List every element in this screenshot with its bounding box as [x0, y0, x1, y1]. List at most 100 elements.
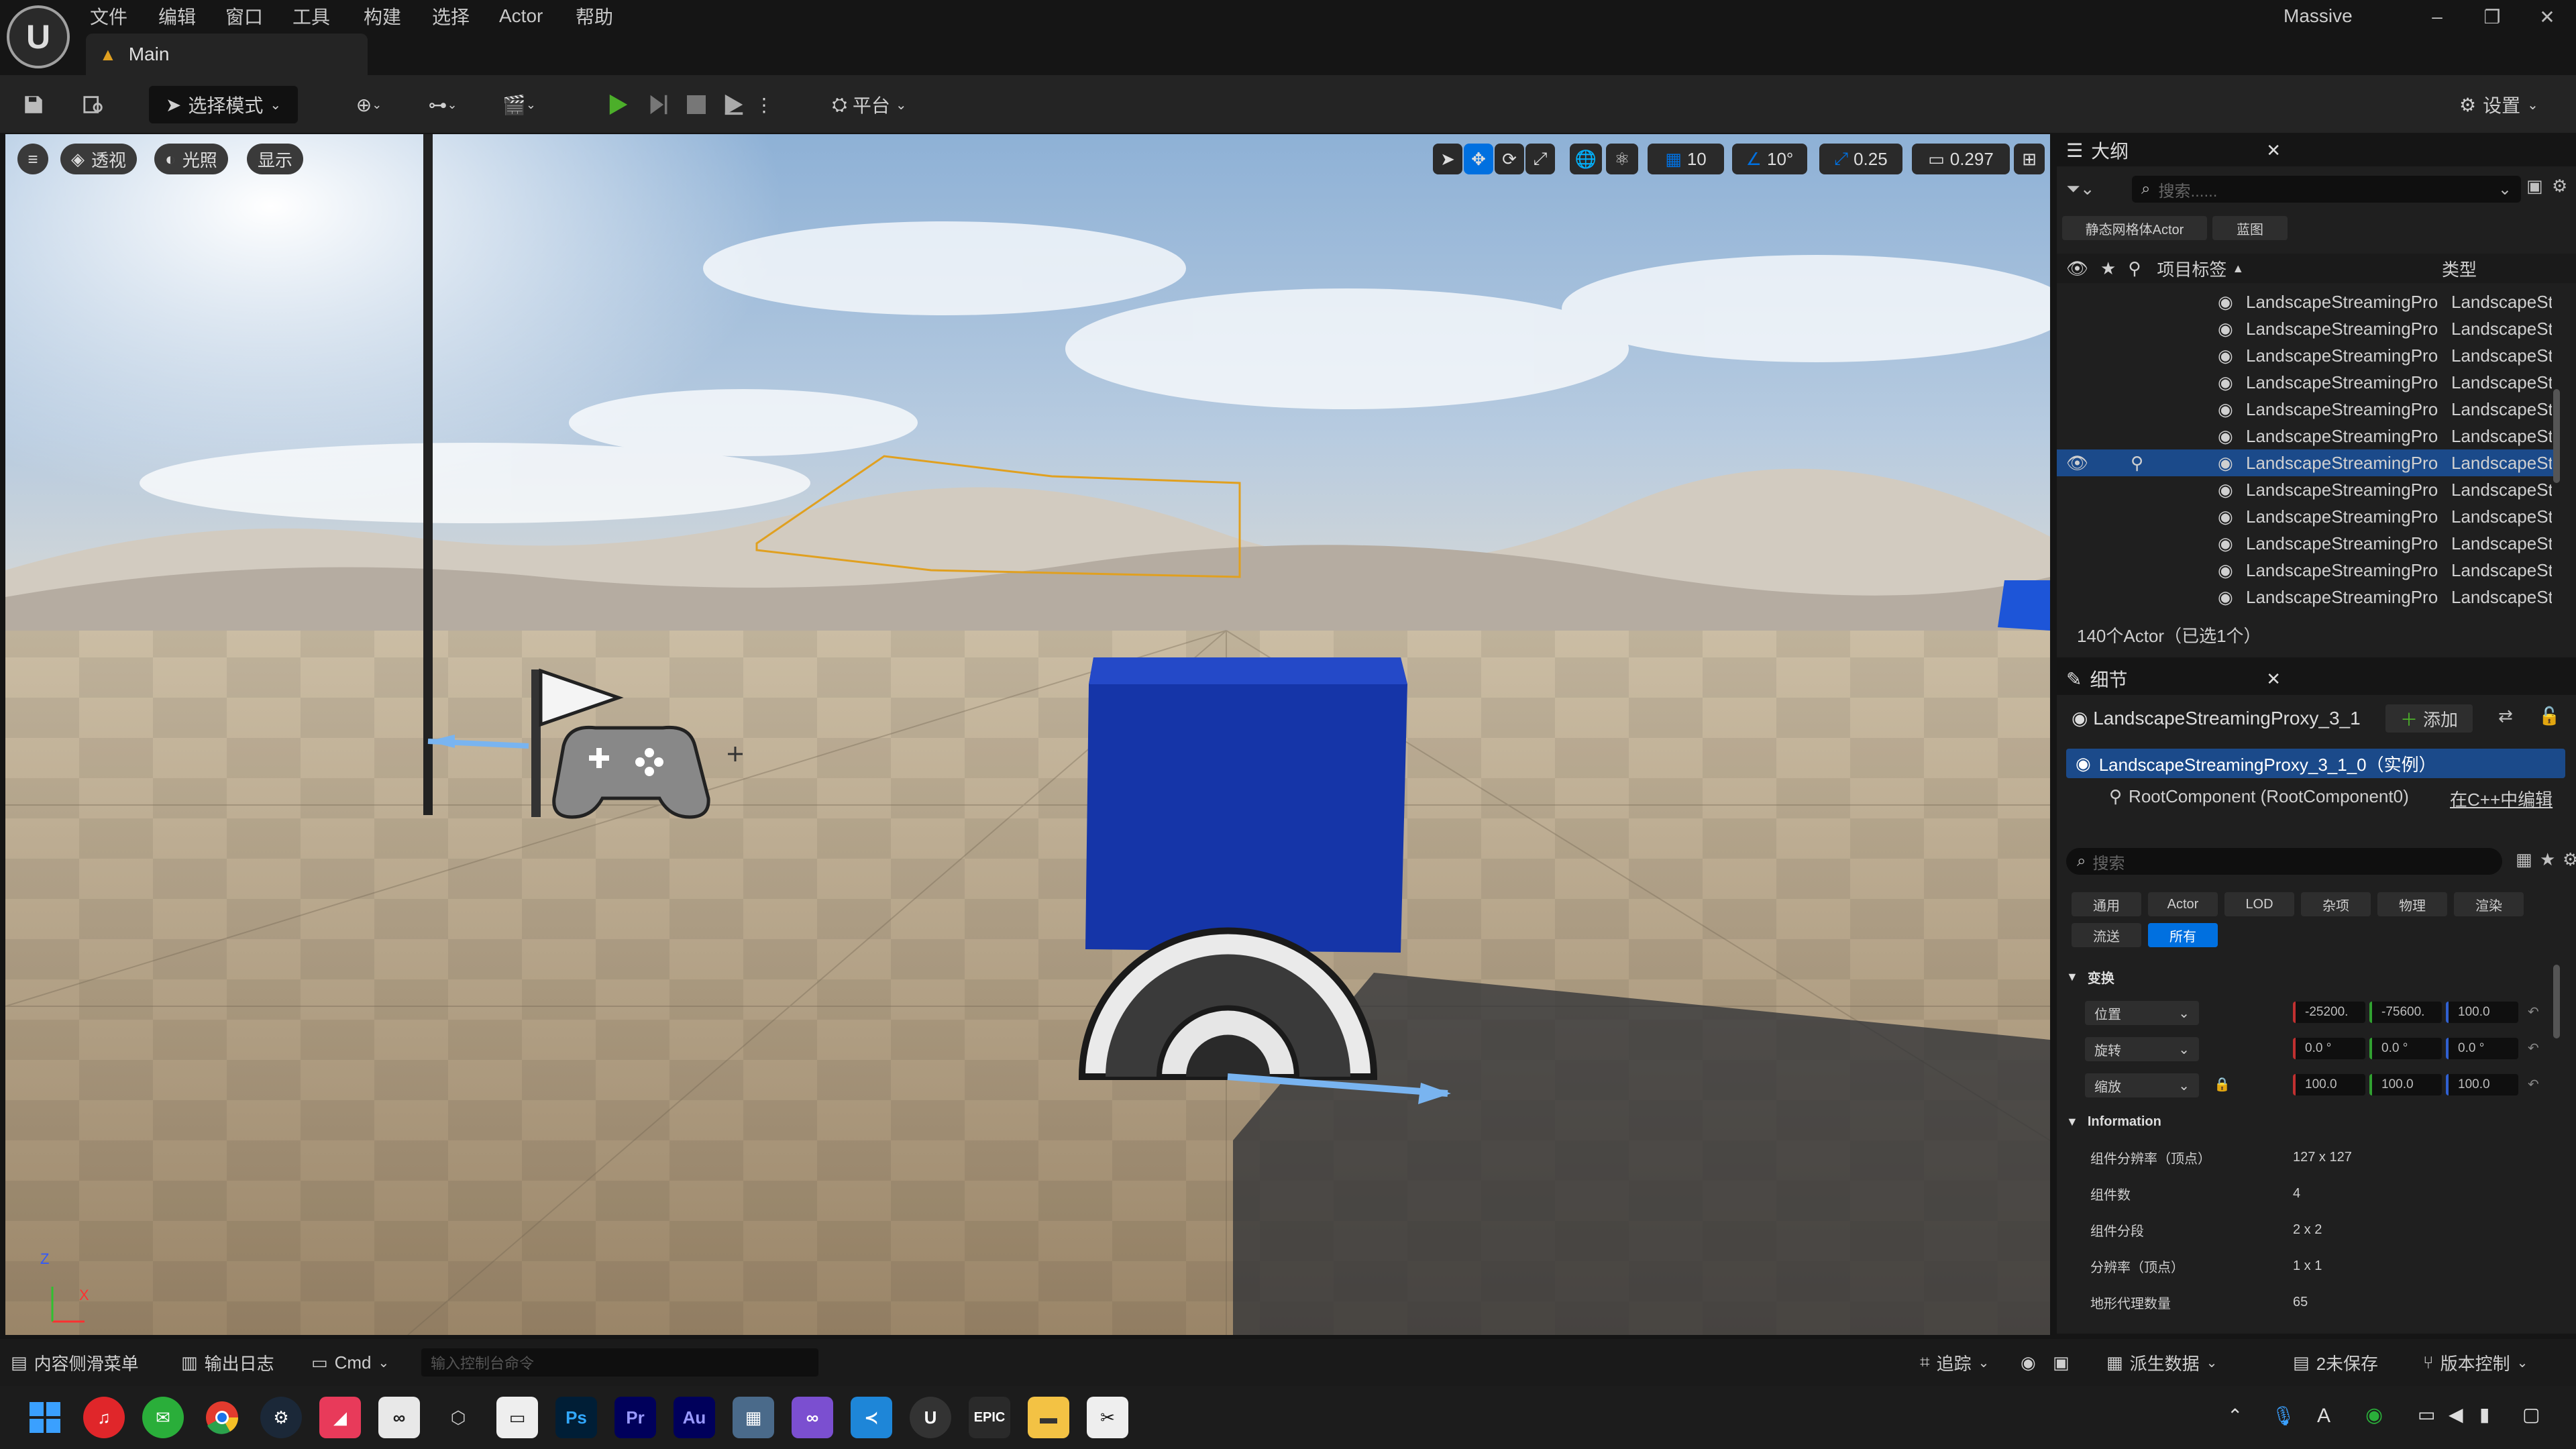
transform-x-field[interactable]: 100.0: [2293, 1074, 2365, 1095]
category-button[interactable]: 杂项: [2301, 892, 2371, 916]
type-column[interactable]: 类型: [2442, 256, 2477, 281]
transform-mode-dropdown[interactable]: 旋转 ⌄: [2085, 1037, 2199, 1061]
unreal-logo-icon[interactable]: U: [7, 5, 70, 68]
netease-music-icon[interactable]: ♫: [83, 1397, 125, 1438]
outliner-row[interactable]: ◉ LandscapeStreamingPro LandscapeSt: [2057, 530, 2553, 557]
outliner-row[interactable]: ◉ LandscapeStreamingPro LandscapeSt: [2057, 557, 2553, 584]
category-button[interactable]: 所有: [2148, 923, 2218, 947]
star-icon[interactable]: ★: [2540, 849, 2555, 870]
notification-icon[interactable]: ▢: [2522, 1403, 2540, 1426]
chrome-icon[interactable]: [201, 1397, 243, 1438]
gear-icon[interactable]: ⚙: [2563, 849, 2576, 870]
outliner-row[interactable]: ◉ LandscapeStreamingPro LandscapeSt: [2057, 288, 2553, 315]
category-button[interactable]: 通用: [2072, 892, 2141, 916]
outliner-row[interactable]: ◉ LandscapeStreamingPro LandscapeSt: [2057, 476, 2553, 503]
viewport-layout-icon[interactable]: ⊞: [2014, 144, 2045, 174]
eye-icon[interactable]: 👁: [2066, 453, 2088, 474]
vscode-icon[interactable]: ≺: [851, 1397, 892, 1438]
category-button[interactable]: Actor: [2148, 892, 2218, 916]
component-instance-row[interactable]: ◉ LandscapeStreamingProxy_3_1_0（实例）: [2066, 749, 2565, 778]
transform-y-field[interactable]: -75600.: [2369, 1002, 2442, 1023]
edit-in-cpp-link[interactable]: 在C++中编辑: [2450, 786, 2553, 811]
select-tool-icon[interactable]: ➤: [1433, 144, 1462, 174]
screenshot-icon[interactable]: ▣: [2053, 1346, 2070, 1379]
outliner-row[interactable]: ◉ LandscapeStreamingPro LandscapeSt: [2057, 584, 2553, 610]
menu-tools[interactable]: 工具: [292, 3, 330, 30]
maximize-button[interactable]: ❐: [2463, 0, 2521, 34]
transform-mode-dropdown[interactable]: 缩放 ⌄: [2085, 1073, 2199, 1097]
outliner-scrollbar[interactable]: [2553, 389, 2560, 483]
scale-snap-button[interactable]: ⤢ 0.25: [1819, 144, 1902, 174]
cinematics-icon[interactable]: 🎬 ⌄: [492, 86, 546, 123]
reset-icon[interactable]: ↶: [2528, 1004, 2539, 1020]
root-component-row[interactable]: ⚲ RootComponent (RootComponent0): [2109, 786, 2409, 807]
outliner-search-input[interactable]: ⌕ 搜索...... ⌄: [2132, 176, 2521, 203]
save-icon[interactable]: [15, 86, 52, 123]
windows-start-icon[interactable]: [24, 1397, 66, 1438]
output-log-button[interactable]: ▥ 输出日志: [181, 1346, 274, 1379]
perspective-button[interactable]: ◈ 透视: [60, 144, 138, 174]
tray-green-icon[interactable]: ◉: [2365, 1403, 2383, 1427]
unity-icon[interactable]: ⬡: [437, 1397, 479, 1438]
menu-actor[interactable]: Actor: [499, 3, 543, 30]
play-icon[interactable]: [601, 86, 636, 123]
transform-y-field[interactable]: 100.0: [2369, 1074, 2442, 1095]
file-explorer-icon[interactable]: ▬: [1028, 1397, 1069, 1438]
battery-icon[interactable]: ▮: [2479, 1403, 2489, 1426]
information-section-header[interactable]: ▼ Information: [2057, 1104, 2576, 1139]
menu-file[interactable]: 文件: [90, 3, 127, 30]
close-button[interactable]: ✕: [2518, 0, 2576, 34]
volume-icon[interactable]: ◀: [2449, 1403, 2463, 1426]
outliner-row[interactable]: ◉ LandscapeStreamingPro LandscapeSt: [2057, 342, 2553, 369]
meta-icon[interactable]: ∞: [378, 1397, 420, 1438]
capcut-icon[interactable]: ✂: [1087, 1397, 1128, 1438]
play-options-icon[interactable]: ⋮: [755, 86, 773, 123]
transform-z-field[interactable]: 100.0: [2446, 1002, 2518, 1023]
stop-icon[interactable]: [679, 86, 714, 123]
reset-icon[interactable]: ↶: [2528, 1076, 2539, 1093]
category-button[interactable]: LOD: [2224, 892, 2294, 916]
premiere-icon[interactable]: Pr: [614, 1397, 656, 1438]
show-button[interactable]: 显示: [247, 144, 304, 174]
menu-edit[interactable]: 编辑: [158, 3, 196, 30]
outliner-row[interactable]: ◉ LandscapeStreamingPro LandscapeSt: [2057, 423, 2553, 449]
pin-icon[interactable]: ⚲: [2131, 453, 2143, 474]
lock-icon[interactable]: 🔒: [2214, 1076, 2231, 1093]
font-icon[interactable]: A: [2317, 1405, 2330, 1428]
reset-icon[interactable]: ↶: [2528, 1040, 2539, 1057]
grid-snap-button[interactable]: ▦ 10: [1648, 144, 1724, 174]
transform-z-field[interactable]: 100.0: [2446, 1074, 2518, 1095]
wechat-icon[interactable]: ✉: [142, 1397, 184, 1438]
new-folder-icon[interactable]: ▣: [2526, 176, 2543, 197]
transform-mode-dropdown[interactable]: 位置 ⌄: [2085, 1001, 2199, 1025]
trace-dropdown[interactable]: ⌗ 追踪 ⌄: [1920, 1346, 1989, 1379]
category-button[interactable]: 流送: [2072, 923, 2141, 947]
outliner-row[interactable]: ◉ LandscapeStreamingPro LandscapeSt: [2057, 369, 2553, 396]
network-icon[interactable]: ▭: [2418, 1403, 2435, 1426]
console-command-input[interactable]: 输入控制台命令: [421, 1348, 818, 1377]
blueprint-icon[interactable]: ⊶ ⌄: [416, 86, 470, 123]
menu-select[interactable]: 选择: [432, 3, 470, 30]
calculator-icon[interactable]: ▦: [733, 1397, 774, 1438]
epic-games-icon[interactable]: EPIC: [969, 1397, 1010, 1438]
transform-x-field[interactable]: 0.0 °: [2293, 1038, 2365, 1059]
app-red-icon[interactable]: ◢: [319, 1397, 361, 1438]
step-icon[interactable]: [641, 86, 676, 123]
unreal-engine-icon[interactable]: U: [910, 1397, 951, 1438]
content-drawer-button[interactable]: ▤ 内容侧滑菜单: [11, 1346, 139, 1379]
record-icon[interactable]: ◉: [2021, 1346, 2036, 1379]
eject-icon[interactable]: [716, 86, 751, 123]
translate-tool-icon[interactable]: ✥: [1464, 144, 1493, 174]
audition-icon[interactable]: Au: [674, 1397, 715, 1438]
visual-studio-icon[interactable]: ∞: [792, 1397, 833, 1438]
outliner-row[interactable]: ◉ LandscapeStreamingPro LandscapeSt: [2057, 503, 2553, 530]
minimize-button[interactable]: –: [2408, 0, 2466, 34]
browse-icon[interactable]: [74, 86, 114, 123]
gear-icon[interactable]: ⚙: [2552, 176, 2567, 197]
menu-window[interactable]: 窗口: [225, 3, 263, 30]
tab-main[interactable]: ▲ Main: [86, 34, 368, 75]
settings-dropdown[interactable]: ⚙ 设置 ⌄: [2449, 86, 2549, 123]
outliner-row[interactable]: 👁 ⚲ ◉ LandscapeStreamingPro LandscapeSt: [2057, 449, 2553, 476]
world-space-icon[interactable]: 🌐: [1570, 144, 1602, 174]
derived-data-dropdown[interactable]: ▦ 派生数据 ⌄: [2106, 1346, 2217, 1379]
